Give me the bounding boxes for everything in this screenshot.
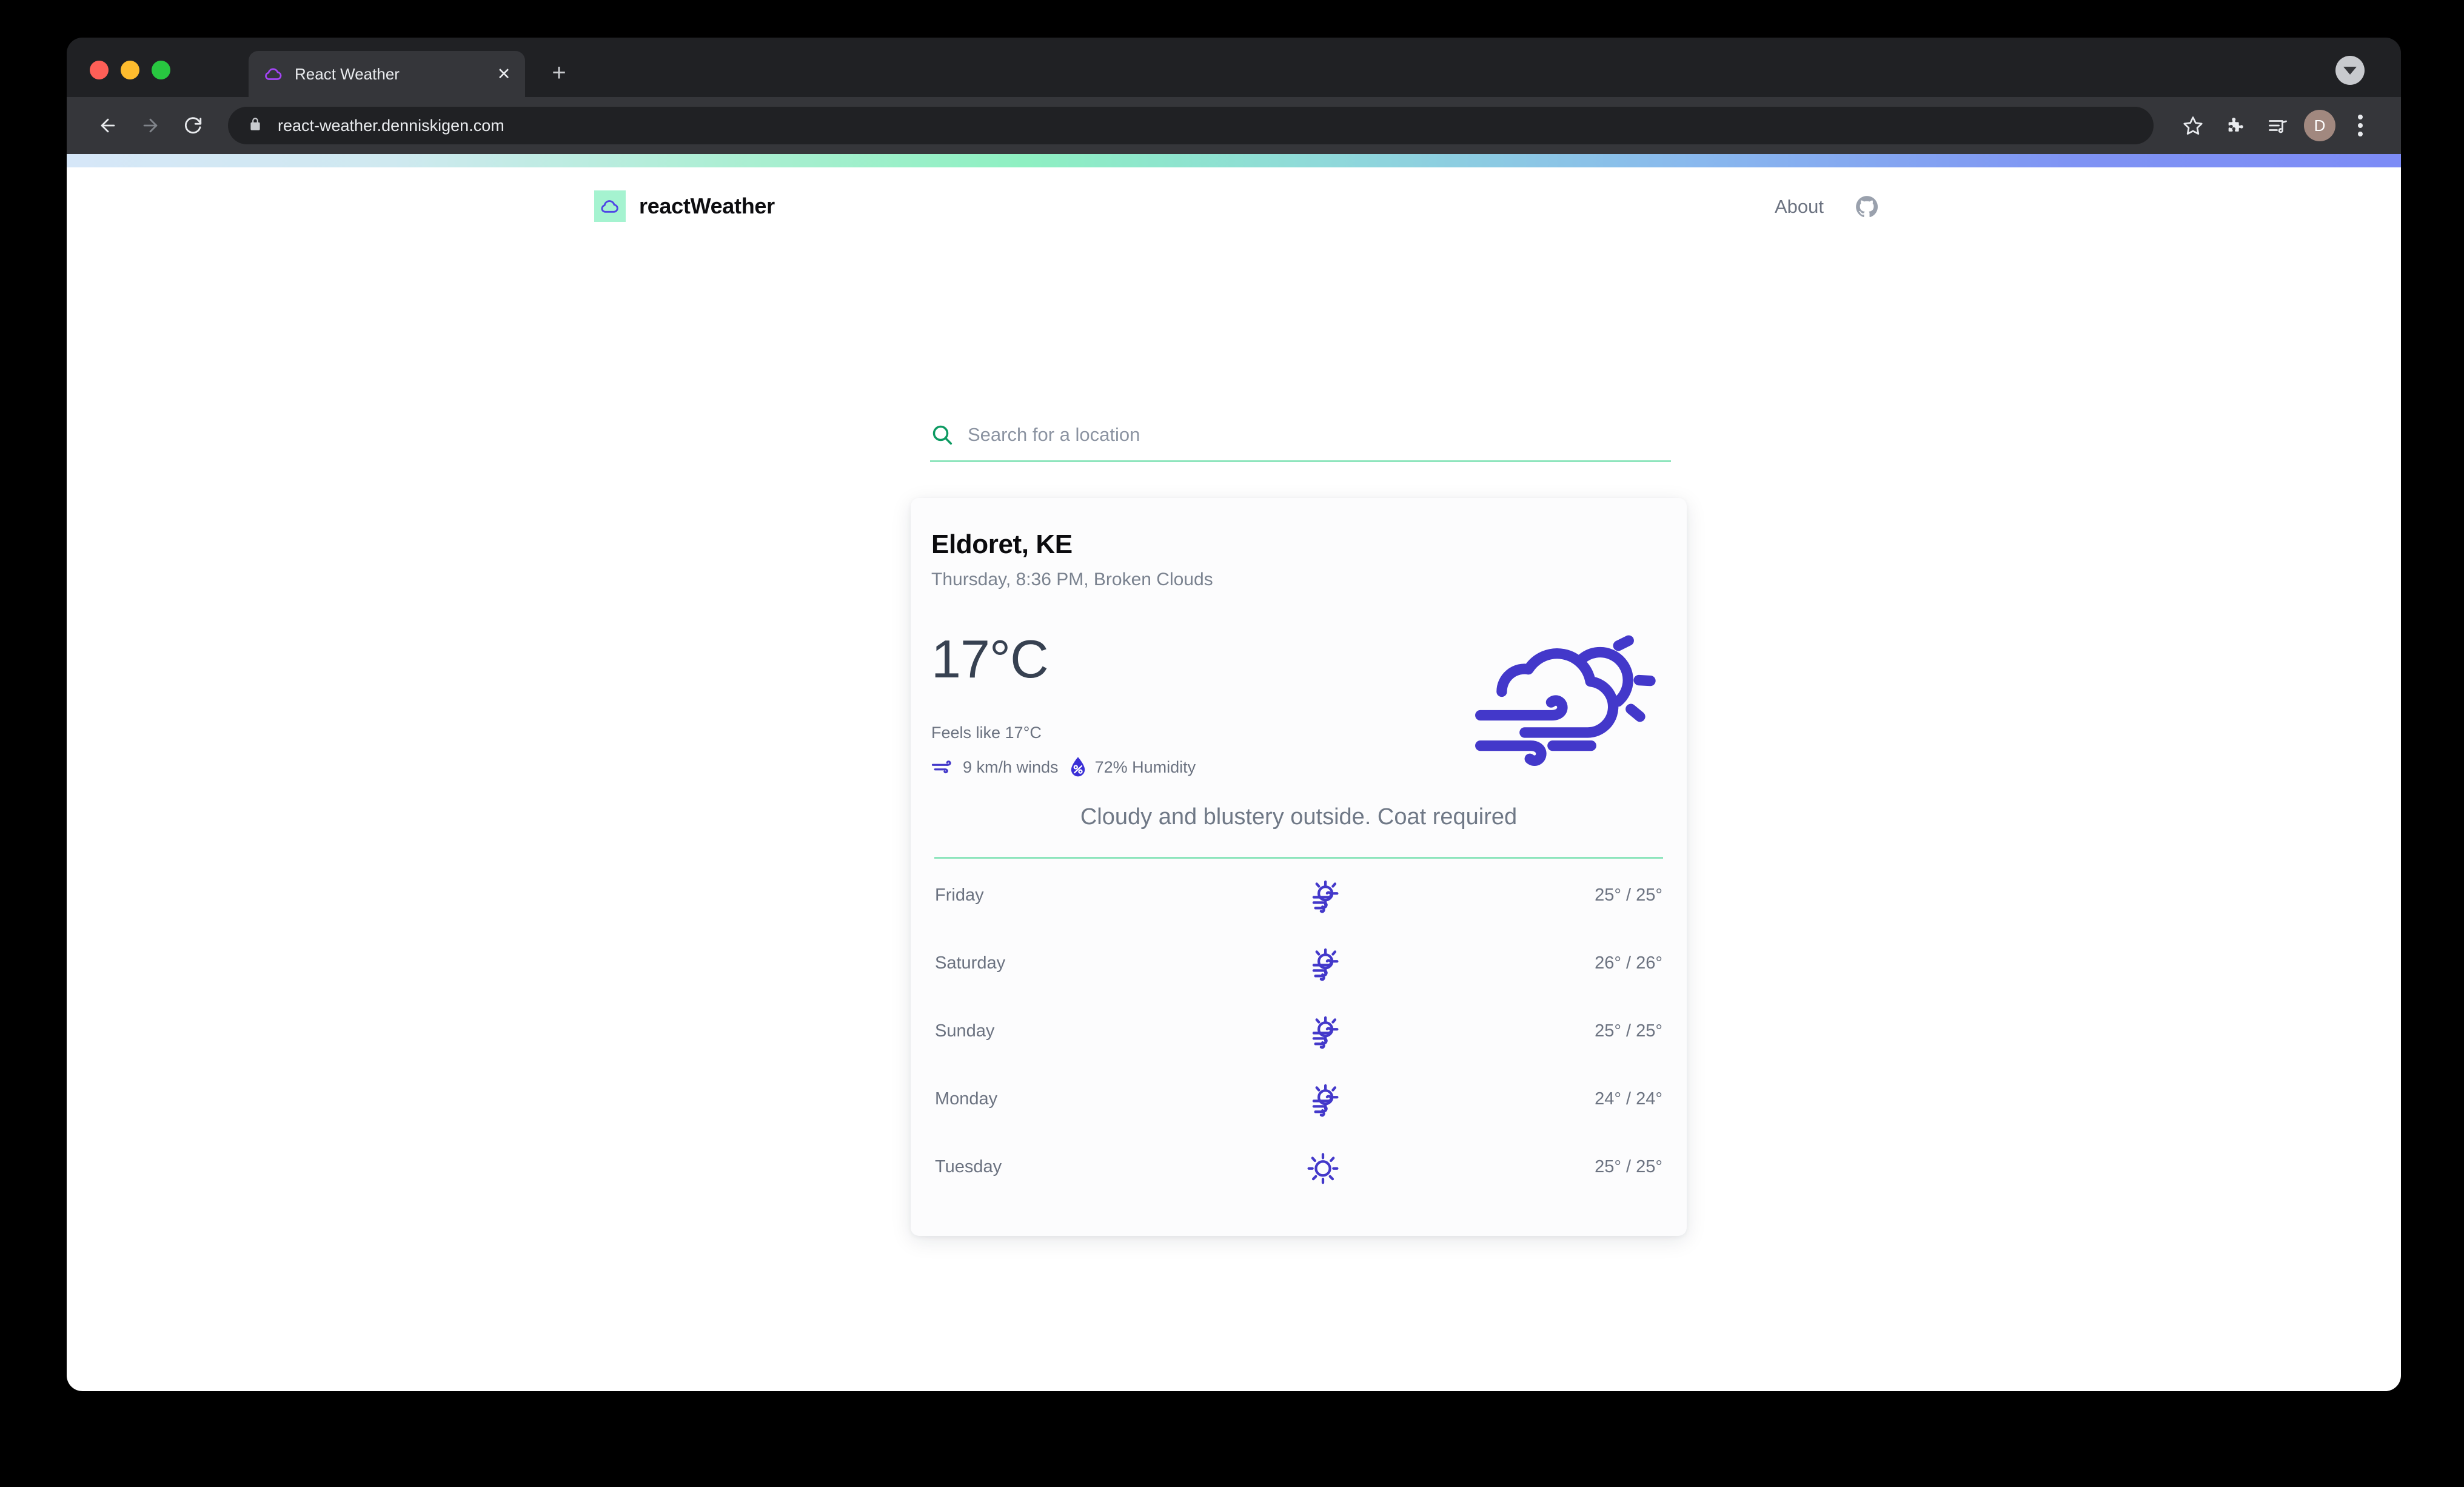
search-container <box>930 423 1671 462</box>
wind-metric: 9 km/h winds <box>931 757 1059 777</box>
gradient-accent-bar <box>67 154 2401 167</box>
search-icon <box>930 423 954 447</box>
forecast-day: Friday <box>935 885 984 905</box>
github-link[interactable] <box>1854 194 1880 220</box>
close-window-button[interactable] <box>90 61 109 79</box>
brand-logo-link[interactable]: reactWeather <box>594 190 775 222</box>
browser-tab[interactable]: React Weather ✕ <box>249 51 525 97</box>
location-name: Eldoret, KE <box>931 529 1073 559</box>
kebab-dot <box>2358 132 2363 136</box>
table-row: Friday 25° / 25° <box>931 861 1666 929</box>
maximize-window-button[interactable] <box>152 61 170 79</box>
tab-title: React Weather <box>295 64 400 83</box>
weather-summary: Cloudy and blustery outside. Coat requir… <box>1080 804 1518 830</box>
browser-window: React Weather ✕ + react-weather.denniski… <box>67 38 2401 1391</box>
site-header: reactWeather About <box>67 167 2401 239</box>
cloud-icon <box>263 64 284 84</box>
sun-cloud-wind-icon <box>1303 875 1343 915</box>
forecast-day: Sunday <box>935 1021 995 1041</box>
forward-arrow-icon[interactable] <box>133 109 167 143</box>
forecast-icon-cell <box>1274 1147 1371 1187</box>
weather-metrics: 9 km/h winds 72% Humidity <box>931 756 1196 779</box>
browser-toolbar: react-weather.denniskigen.com D <box>67 97 2401 154</box>
brand-name: reactWeather <box>639 193 775 218</box>
table-row: Sunday 25° / 25° <box>931 997 1666 1065</box>
sun-cloud-wind-icon <box>1303 1079 1343 1119</box>
wind-text: 9 km/h winds <box>963 757 1059 776</box>
forecast-temps: 25° / 25° <box>1595 1021 1662 1041</box>
forecast-day: Saturday <box>935 953 1006 973</box>
humidity-droplet-icon <box>1068 756 1088 779</box>
forecast-temps: 24° / 24° <box>1595 1089 1662 1109</box>
address-bar[interactable]: react-weather.denniskigen.com <box>228 107 2154 144</box>
sun-cloud-wind-icon <box>1303 1011 1343 1051</box>
lock-icon <box>247 116 263 135</box>
wind-icon <box>931 757 956 777</box>
site-nav: About <box>1775 194 1880 220</box>
weather-card: Eldoret, KE Thursday, 8:36 PM, Broken Cl… <box>911 498 1687 1236</box>
forecast-icon-cell <box>1274 1079 1371 1119</box>
location-subtitle: Thursday, 8:36 PM, Broken Clouds <box>931 569 1213 589</box>
kebab-dot <box>2358 123 2363 128</box>
github-icon <box>1854 194 1880 220</box>
back-arrow-icon[interactable] <box>91 109 125 143</box>
kebab-menu-icon[interactable] <box>2344 115 2377 136</box>
avatar[interactable]: D <box>2304 110 2335 141</box>
address-bar-url: react-weather.denniskigen.com <box>278 116 504 135</box>
cloudy-windy-icon <box>1458 617 1658 774</box>
nav-link-about[interactable]: About <box>1775 196 1824 218</box>
star-icon[interactable] <box>2175 108 2211 143</box>
plus-icon[interactable]: + <box>546 61 572 87</box>
close-icon[interactable]: ✕ <box>494 64 514 84</box>
minimize-window-button[interactable] <box>121 61 139 79</box>
media-list-icon[interactable] <box>2260 108 2295 143</box>
temperature-block: 17°C Feels like 17°C 9 km/h winds 72% Hu… <box>931 617 1196 779</box>
sun-cloud-wind-icon <box>1303 943 1343 983</box>
current-conditions: 17°C Feels like 17°C 9 km/h winds 72% Hu… <box>931 617 1666 779</box>
window-controls <box>90 61 170 79</box>
forecast-list: Friday 25° / 25° Saturday 26° / 26° Sund… <box>931 861 1666 1201</box>
forecast-icon-cell <box>1274 1011 1371 1051</box>
caret-shape <box>2343 66 2357 75</box>
cloud-icon <box>594 190 626 222</box>
forecast-temps: 26° / 26° <box>1595 953 1662 973</box>
humidity-text: 72% Humidity <box>1094 757 1196 776</box>
table-row: Saturday 26° / 26° <box>931 929 1666 997</box>
forecast-icon-cell <box>1274 875 1371 915</box>
chevron-down-icon[interactable] <box>2335 56 2365 85</box>
page-viewport: reactWeather About Search for a location… <box>67 154 2401 1391</box>
search-input[interactable] <box>968 424 1671 446</box>
forecast-temps: 25° / 25° <box>1595 885 1662 905</box>
reload-icon[interactable] <box>176 109 210 143</box>
section-divider <box>934 857 1663 859</box>
humidity-metric: 72% Humidity <box>1068 756 1196 779</box>
forecast-day: Tuesday <box>935 1156 1002 1177</box>
puzzle-icon[interactable] <box>2218 108 2253 143</box>
kebab-dot <box>2358 115 2363 119</box>
tab-strip: React Weather ✕ + <box>67 38 2401 97</box>
forecast-temps: 25° / 25° <box>1595 1156 1662 1177</box>
sun-icon <box>1303 1147 1343 1187</box>
current-temperature: 17°C <box>931 629 1049 689</box>
table-row: Tuesday 25° / 25° <box>931 1133 1666 1201</box>
forecast-day: Monday <box>935 1089 998 1109</box>
forecast-icon-cell <box>1274 943 1371 983</box>
feels-like-text: Feels like 17°C <box>931 723 1042 742</box>
table-row: Monday 24° / 24° <box>931 1065 1666 1133</box>
search-row <box>930 423 1671 462</box>
